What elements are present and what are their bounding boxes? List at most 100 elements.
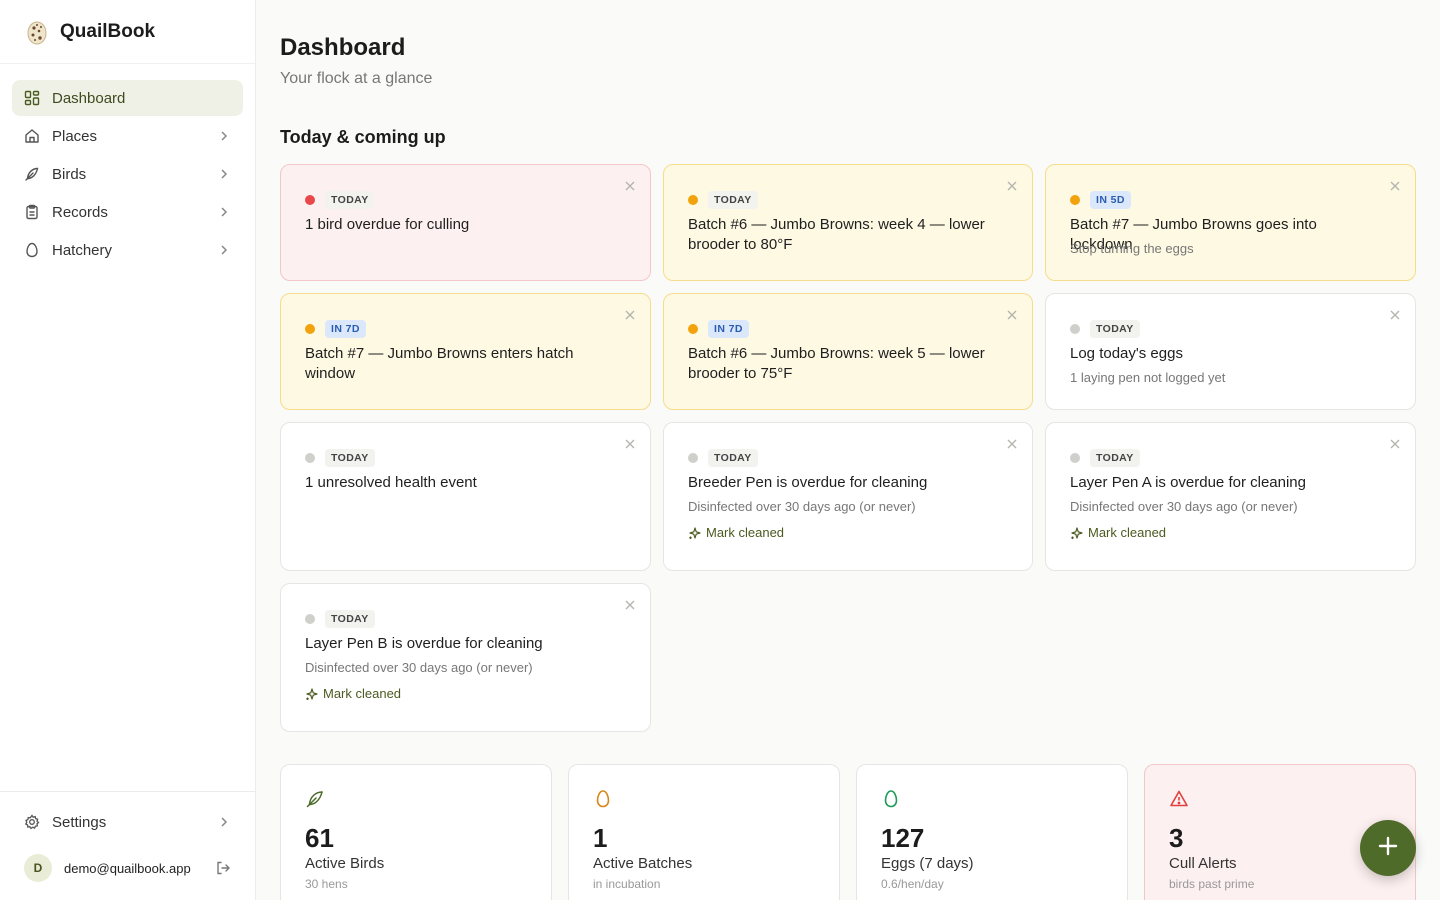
sidebar-item-hatchery[interactable]: Hatchery <box>12 232 243 268</box>
task-card: TODAY Layer Pen A is overdue for cleanin… <box>1045 422 1416 571</box>
task-tag-row: IN 7D <box>305 320 366 338</box>
stat-subtitle: 30 hens <box>305 877 348 891</box>
task-title: Batch #6 — Jumbo Browns: week 5 — lower … <box>688 345 985 382</box>
stat-value: 61 <box>305 823 334 853</box>
task-card: IN 7D Batch #7 — Jumbo Browns enters hat… <box>280 293 651 410</box>
quail-egg-logo-icon <box>24 19 50 45</box>
mark-cleaned-button[interactable]: Mark cleaned <box>305 686 401 701</box>
feather-icon <box>305 789 325 809</box>
task-tag-row: TODAY <box>688 191 758 209</box>
status-dot <box>1070 195 1080 205</box>
task-title: 1 bird overdue for culling <box>305 216 470 233</box>
mark-cleaned-label: Mark cleaned <box>323 686 402 701</box>
status-badge: TODAY <box>708 449 758 467</box>
home-icon <box>24 128 40 144</box>
status-dot <box>305 195 315 205</box>
task-card: TODAY Layer Pen B is overdue for cleanin… <box>280 583 651 732</box>
task-card: IN 7D Batch #6 — Jumbo Browns: week 5 — … <box>663 293 1033 410</box>
main-content: Dashboard Your flock at a glance Today &… <box>256 0 1440 900</box>
sidebar-item-records[interactable]: Records <box>12 194 243 230</box>
chevron-right-icon <box>217 243 231 257</box>
sidebar-item-places[interactable]: Places <box>12 118 243 154</box>
stat-label: Eggs (7 days) <box>881 855 974 872</box>
status-dot <box>688 453 698 463</box>
sidebar-item-dashboard[interactable]: Dashboard <box>12 80 243 116</box>
stat-card-active-birds[interactable]: 61 Active Birds 30 hens <box>280 764 552 900</box>
close-icon[interactable] <box>1006 437 1018 449</box>
avatar: D <box>24 854 52 882</box>
close-icon[interactable] <box>624 437 636 449</box>
clipboard-icon <box>24 204 40 220</box>
task-card: TODAY 1 unresolved health event <box>280 422 651 571</box>
sidebar-item-birds[interactable]: Birds <box>12 156 243 192</box>
task-subtitle: Disinfected over 30 days ago (or never) <box>688 499 916 514</box>
egg-icon <box>24 242 40 258</box>
task-tag-row: TODAY <box>688 449 758 467</box>
status-badge: IN 7D <box>708 320 749 338</box>
task-tag-row: TODAY <box>305 449 375 467</box>
status-badge: TODAY <box>325 449 375 467</box>
status-dot <box>305 453 315 463</box>
page-title: Dashboard <box>280 34 406 61</box>
status-dot <box>1070 324 1080 334</box>
close-icon[interactable] <box>1389 308 1401 320</box>
task-tag-row: TODAY <box>1070 320 1140 338</box>
add-button[interactable] <box>1360 820 1416 876</box>
egg-icon <box>881 789 901 809</box>
sparkle-icon <box>688 526 702 540</box>
warning-icon <box>1169 789 1189 809</box>
task-card: TODAY Breeder Pen is overdue for cleanin… <box>663 422 1033 571</box>
close-icon[interactable] <box>1389 179 1401 191</box>
task-card: TODAY Batch #6 — Jumbo Browns: week 4 — … <box>663 164 1033 281</box>
close-icon[interactable] <box>1006 179 1018 191</box>
task-title: 1 unresolved health event <box>305 474 477 491</box>
chevron-right-icon <box>217 815 231 829</box>
dashboard-grid-icon <box>24 90 40 106</box>
stat-subtitle: birds past prime <box>1169 877 1255 891</box>
sidebar-item-label: Records <box>52 203 108 221</box>
app-name: QuailBook <box>60 20 156 42</box>
close-icon[interactable] <box>624 598 636 610</box>
stat-label: Active Birds <box>305 855 385 872</box>
close-icon[interactable] <box>624 179 636 191</box>
logout-icon[interactable] <box>215 860 231 876</box>
close-icon[interactable] <box>624 308 636 320</box>
status-badge: IN 7D <box>325 320 366 338</box>
stat-label: Cull Alerts <box>1169 855 1237 872</box>
stat-card-active-batches[interactable]: 1 Active Batches in incubation <box>568 764 840 900</box>
mark-cleaned-button[interactable]: Mark cleaned <box>1070 525 1166 540</box>
sparkle-icon <box>305 687 319 701</box>
stat-card-eggs[interactable]: 127 Eggs (7 days) 0.6/hen/day <box>856 764 1128 900</box>
main-nav: Dashboard Places Birds Records Hatchery <box>0 64 255 286</box>
sidebar-item-label: Hatchery <box>52 241 113 259</box>
status-badge: TODAY <box>325 191 375 209</box>
chevron-right-icon <box>217 205 231 219</box>
status-badge: TODAY <box>708 191 758 209</box>
close-icon[interactable] <box>1006 308 1018 320</box>
status-badge: TODAY <box>1090 449 1140 467</box>
task-title: Layer Pen B is overdue for cleaning <box>305 635 543 652</box>
task-title: Log today's eggs <box>1070 345 1183 362</box>
sparkle-icon <box>1070 526 1084 540</box>
section-title: Today & coming up <box>280 127 446 147</box>
mark-cleaned-button[interactable]: Mark cleaned <box>688 525 784 540</box>
stat-subtitle: in incubation <box>593 877 661 891</box>
task-subtitle: Disinfected over 30 days ago (or never) <box>1070 499 1298 514</box>
stat-value: 127 <box>881 823 925 853</box>
brand[interactable]: QuailBook <box>0 0 255 64</box>
status-badge: TODAY <box>325 610 375 628</box>
status-dot <box>688 324 698 334</box>
close-icon[interactable] <box>1389 437 1401 449</box>
feather-icon <box>24 166 40 182</box>
task-card: TODAY 1 bird overdue for culling <box>280 164 651 281</box>
sidebar-item-settings[interactable]: Settings <box>12 804 243 840</box>
task-tag-row: TODAY <box>1070 449 1140 467</box>
sidebar: QuailBook Dashboard Places Birds Records… <box>0 0 256 900</box>
mark-cleaned-label: Mark cleaned <box>706 525 785 540</box>
status-badge: TODAY <box>1090 320 1140 338</box>
gear-icon <box>24 814 40 830</box>
status-dot <box>688 195 698 205</box>
sidebar-item-label: Birds <box>52 165 87 183</box>
task-title: Batch #6 — Jumbo Browns: week 4 — lower … <box>688 216 985 253</box>
sidebar-footer: Settings D demo@quailbook.app <box>0 791 255 900</box>
